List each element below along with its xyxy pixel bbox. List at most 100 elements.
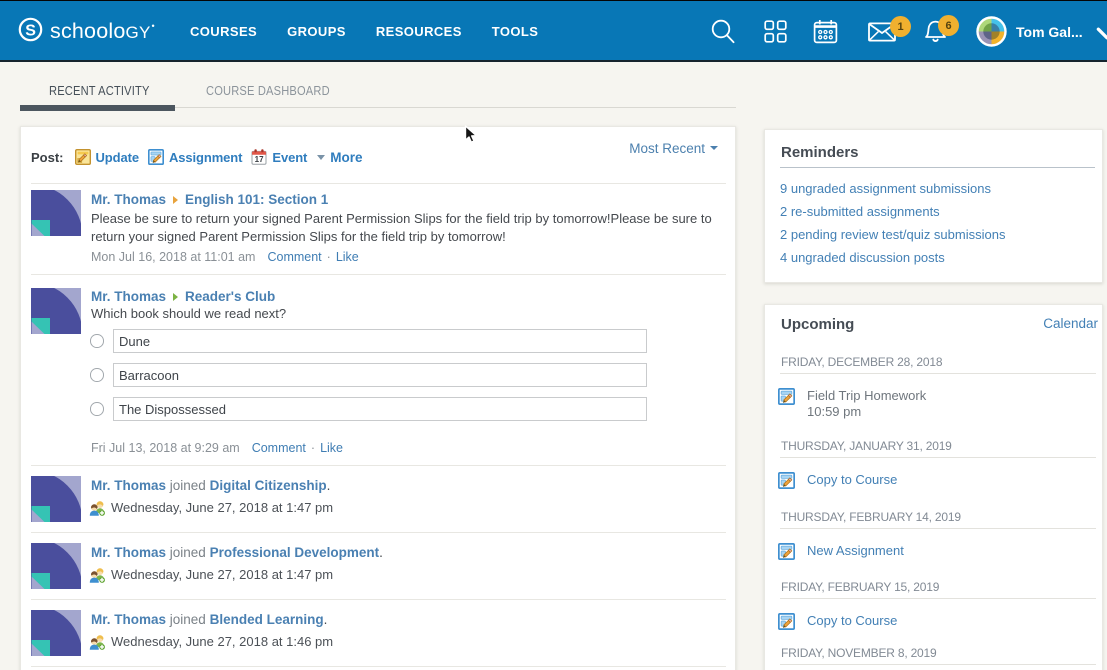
joined-verb: joined	[170, 545, 210, 560]
like-link[interactable]: Like	[336, 250, 359, 264]
event-label: Event	[272, 150, 307, 165]
course-link[interactable]: Professional Development	[210, 545, 380, 560]
breadcrumb-arrow-icon	[173, 293, 178, 301]
poll-option-1[interactable]: Barracoon	[113, 363, 647, 387]
group-link[interactable]: Reader's Club	[185, 289, 275, 304]
feed-tabs: RECENT ACTIVITY COURSE DASHBOARD	[20, 83, 736, 111]
event-time: 10:59 pm	[807, 404, 861, 419]
divider	[780, 457, 1096, 458]
notifications-icon[interactable]: 6	[923, 1, 948, 62]
divider	[31, 183, 726, 184]
event-title[interactable]: Field Trip Homework	[807, 388, 926, 405]
poll-radio-1[interactable]	[90, 368, 104, 382]
course-link[interactable]: Blended Learning	[210, 612, 324, 627]
mouse-cursor	[464, 125, 478, 145]
poll-question: Which book should we read next?	[91, 305, 721, 323]
search-icon[interactable]	[709, 1, 737, 62]
upcoming-date: THURSDAY, FEBRUARY 14, 2019	[781, 510, 961, 524]
poll-option-row: The Dispossessed	[90, 397, 650, 421]
upcoming-title: Upcoming	[781, 316, 854, 333]
feed-item-joined: Mr. Thomas joined Professional Developme…	[21, 543, 737, 589]
post-more-button[interactable]: More	[330, 150, 362, 165]
poll-radio-0[interactable]	[90, 334, 104, 348]
nav-courses[interactable]: COURSES	[190, 24, 257, 39]
messages-badge: 1	[890, 16, 911, 37]
poll-option-0[interactable]: Dune	[113, 329, 647, 353]
upcoming-event: New Assignment	[778, 543, 904, 560]
group-avatar[interactable]	[31, 288, 81, 334]
feed-item-header: Mr. Thomas English 101: Section 1	[91, 192, 328, 207]
timestamp: Fri Jul 13, 2018 at 9:29 am	[91, 441, 240, 455]
feed-item-header: Mr. Thomas joined Professional Developme…	[91, 545, 383, 560]
tab-course-dashboard[interactable]: COURSE DASHBOARD	[206, 83, 330, 98]
post-meta: Mon Jul 16, 2018 at 11:01 am Comment · L…	[91, 250, 359, 264]
assignment-icon	[778, 472, 795, 489]
notifications-badge: 6	[938, 15, 959, 36]
post-body: Please be sure to return your signed Par…	[91, 210, 721, 245]
poll-option-2[interactable]: The Dispossessed	[113, 397, 647, 421]
like-link[interactable]: Like	[320, 441, 343, 455]
author-link[interactable]: Mr. Thomas	[91, 192, 166, 207]
post-meta: Wednesday, June 27, 2018 at 1:47 pm	[91, 499, 333, 516]
post-event-button[interactable]: 17 Event	[251, 149, 307, 165]
course-avatar[interactable]	[31, 190, 81, 236]
feed-item-header: Mr. Thomas joined Blended Learning.	[91, 612, 327, 627]
sort-label: Most Recent	[629, 141, 705, 156]
post-assignment-button[interactable]: Assignment	[148, 149, 242, 165]
course-avatar[interactable]	[31, 543, 81, 589]
comment-link[interactable]: Comment	[252, 441, 306, 455]
more-caret-icon[interactable]	[317, 155, 325, 160]
author-link[interactable]: Mr. Thomas	[91, 545, 166, 560]
poll-radio-2[interactable]	[90, 402, 104, 416]
course-link[interactable]: English 101: Section 1	[185, 192, 328, 207]
post-composer: Post: Update	[31, 149, 363, 165]
author-link[interactable]: Mr. Thomas	[91, 289, 166, 304]
feed-item-header: Mr. Thomas joined Digital Citizenship.	[91, 478, 330, 493]
feed-item-update: Mr. Thomas English 101: Section 1 Please…	[21, 190, 737, 273]
upcoming-date: FRIDAY, NOVEMBER 8, 2019	[781, 646, 936, 660]
messages-icon[interactable]: 1	[868, 1, 896, 62]
calendar-icon[interactable]	[813, 1, 838, 62]
reminder-link-1[interactable]: 2 re-submitted assignments	[780, 204, 940, 219]
feed-item-poll: Mr. Thomas Reader's Club Which book shou…	[21, 288, 737, 466]
course-avatar[interactable]	[31, 610, 81, 656]
upcoming-date: THURSDAY, JANUARY 31, 2019	[781, 439, 952, 453]
calendar-link[interactable]: Calendar	[1043, 316, 1098, 331]
reminder-link-2[interactable]: 2 pending review test/quiz submissions	[780, 227, 1005, 242]
author-link[interactable]: Mr. Thomas	[91, 478, 166, 493]
schoology-logo[interactable]: S schooloGY•	[18, 17, 155, 42]
event-link[interactable]: New Assignment	[807, 543, 904, 560]
user-avatar[interactable]	[976, 1, 1007, 62]
course-avatar[interactable]	[31, 476, 81, 522]
navbar: S schooloGY• COURSES GROUPS RESOURCES TO…	[0, 0, 1107, 62]
dot-separator: ·	[327, 250, 331, 264]
comment-link[interactable]: Comment	[267, 250, 321, 264]
nav-tools[interactable]: TOOLS	[492, 24, 539, 39]
reminders-title: Reminders	[781, 144, 859, 161]
tab-recent-activity[interactable]: RECENT ACTIVITY	[49, 83, 150, 98]
sort-dropdown[interactable]: Most Recent	[629, 141, 718, 156]
course-link[interactable]: Digital Citizenship	[210, 478, 327, 493]
nav-resources[interactable]: RESOURCES	[376, 24, 462, 39]
poll-option-row: Dune	[90, 329, 650, 353]
svg-text:S: S	[25, 22, 36, 39]
post-update-button[interactable]: Update	[75, 149, 139, 165]
sort-caret-icon	[710, 146, 718, 150]
page: S schooloGY• COURSES GROUPS RESOURCES TO…	[0, 0, 1107, 670]
user-menu-chevron-icon[interactable]	[1096, 27, 1107, 40]
event-link[interactable]: Copy to Course	[807, 472, 897, 489]
assignment-icon	[778, 613, 795, 630]
timestamp: Mon Jul 16, 2018 at 11:01 am	[91, 250, 255, 264]
recent-activity-feed: Most Recent Post: Update	[20, 126, 736, 670]
nav-groups[interactable]: GROUPS	[287, 24, 346, 39]
divider	[780, 373, 1096, 374]
event-link[interactable]: Copy to Course	[807, 613, 897, 630]
upcoming-date: FRIDAY, FEBRUARY 15, 2019	[781, 580, 939, 594]
reminder-link-3[interactable]: 4 ungraded discussion posts	[780, 250, 945, 265]
apps-grid-icon[interactable]	[764, 1, 787, 62]
user-name[interactable]: Tom Gal...	[1016, 24, 1083, 40]
people-icon	[89, 634, 105, 650]
reminder-link-0[interactable]: 9 ungraded assignment submissions	[780, 181, 991, 196]
author-link[interactable]: Mr. Thomas	[91, 612, 166, 627]
feed-item-joined: Mr. Thomas joined Blended Learning. Wedn…	[21, 610, 737, 656]
